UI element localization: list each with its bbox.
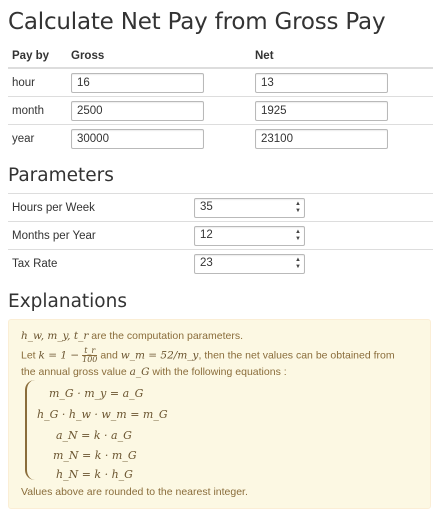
row-label: month bbox=[8, 96, 67, 125]
hours-per-week-stepper[interactable]: 35 ▲ ▼ bbox=[194, 197, 305, 218]
equation: h_G · h_w · w_m = m_G bbox=[37, 408, 168, 421]
param-label: Tax Rate bbox=[8, 249, 190, 277]
annual-text: the annual gross value bbox=[21, 366, 127, 378]
table-row: Months per Year 12 ▲ ▼ bbox=[8, 221, 433, 250]
stepper-value: 23 bbox=[200, 256, 213, 269]
equation-brace bbox=[25, 380, 35, 480]
fraction-denominator: 100 bbox=[82, 355, 98, 364]
stepper-value: 12 bbox=[200, 228, 213, 241]
gross-year-input[interactable] bbox=[71, 128, 204, 149]
and-text: and bbox=[100, 349, 118, 362]
table-row: month bbox=[8, 96, 433, 125]
table-row: Hours per Week 35 ▲ ▼ bbox=[8, 193, 433, 222]
spinner-arrows-icon[interactable]: ▲ ▼ bbox=[294, 201, 302, 215]
page-title: Calculate Net Pay from Gross Pay bbox=[8, 9, 386, 35]
equation: a_N = k · a_G bbox=[56, 429, 132, 442]
rounding-note: Values above are rounded to the nearest … bbox=[21, 486, 248, 498]
equation: h_N = k · h_G bbox=[56, 468, 133, 481]
net-hour-input[interactable] bbox=[255, 72, 388, 93]
stepper-value: 35 bbox=[200, 200, 213, 213]
spinner-arrows-icon[interactable]: ▲ ▼ bbox=[294, 257, 302, 271]
definition-line: Let k = 1 − t_r 100 and w_m = 52/m_y, th… bbox=[21, 347, 395, 364]
k-definition: k = 1 − bbox=[38, 349, 80, 362]
then-text: , then the net values can be obtained fr… bbox=[198, 349, 395, 362]
pay-table-header: Pay by Gross Net bbox=[8, 45, 433, 69]
parameters-table: Hours per Week 35 ▲ ▼ Months per Year 12 … bbox=[8, 193, 433, 277]
net-month-input[interactable] bbox=[255, 100, 388, 121]
explanations-box: h_w, m_y, t_r are the computation parame… bbox=[8, 319, 431, 509]
pay-table: Pay by Gross Net hour month year bbox=[8, 45, 433, 152]
gross-hour-input[interactable] bbox=[71, 72, 204, 93]
tax-rate-stepper[interactable]: 23 ▲ ▼ bbox=[194, 253, 305, 274]
with-text: with the following equations : bbox=[152, 366, 287, 378]
equation: m_N = k · m_G bbox=[53, 449, 137, 462]
param-label: Months per Year bbox=[8, 221, 190, 250]
col-net: Net bbox=[251, 45, 433, 69]
spinner-arrows-icon[interactable]: ▲ ▼ bbox=[294, 229, 302, 243]
months-per-year-stepper[interactable]: 12 ▲ ▼ bbox=[194, 225, 305, 246]
col-gross: Gross bbox=[67, 45, 251, 69]
table-row: Tax Rate 23 ▲ ▼ bbox=[8, 249, 433, 277]
params-text: are the computation parameters. bbox=[91, 330, 244, 342]
page: Calculate Net Pay from Gross Pay Pay by … bbox=[0, 0, 441, 520]
row-label: year bbox=[8, 124, 67, 152]
row-label: hour bbox=[8, 67, 67, 97]
tax-fraction: t_r 100 bbox=[82, 347, 98, 364]
annual-line: the annual gross value a_G with the foll… bbox=[21, 366, 287, 378]
table-row: hour bbox=[8, 67, 433, 97]
params-math: h_w, m_y, t_r bbox=[21, 330, 89, 342]
wm-definition: w_m = 52/m_y bbox=[120, 349, 199, 362]
params-line: h_w, m_y, t_r are the computation parame… bbox=[21, 330, 243, 342]
net-year-input[interactable] bbox=[255, 128, 388, 149]
let-prefix: Let bbox=[21, 349, 36, 362]
equation: m_G · m_y = a_G bbox=[49, 387, 144, 400]
parameters-heading: Parameters bbox=[8, 165, 114, 186]
col-pay-by: Pay by bbox=[8, 45, 67, 69]
param-label: Hours per Week bbox=[8, 193, 190, 222]
gross-month-input[interactable] bbox=[71, 100, 204, 121]
explanations-heading: Explanations bbox=[8, 291, 127, 312]
ag-math: a_G bbox=[129, 366, 150, 378]
table-row: year bbox=[8, 124, 433, 152]
